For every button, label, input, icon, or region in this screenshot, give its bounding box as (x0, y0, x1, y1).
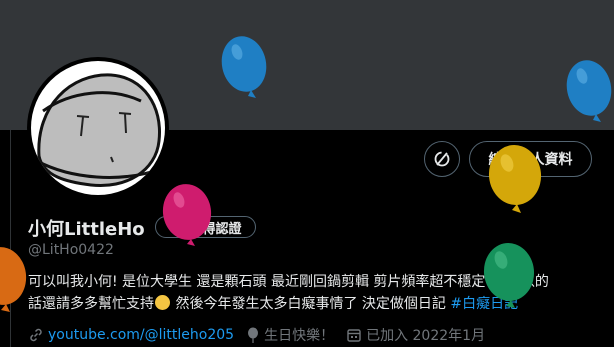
refresh-icon (434, 151, 450, 167)
joined-text: 已加入 2022年1月 (366, 328, 486, 344)
profile-name: 小何LittleHo (28, 219, 145, 240)
link-icon (30, 328, 42, 342)
balloon-blue-2-icon (566, 60, 612, 122)
balloon-green-icon (483, 243, 535, 308)
website-item[interactable]: youtube.com/@littleho205 (28, 327, 234, 343)
joined-item: 已加入 2022年1月 (346, 325, 485, 345)
pleading-face-emoji-icon (155, 295, 170, 310)
bio-text-1: 可以叫我小何! 是位大學生 還是顆石頭 最近剛回鍋剪輯 剪片頻率超不穩定 (28, 274, 486, 290)
calendar-icon (347, 329, 361, 342)
refresh-button[interactable] (424, 141, 460, 177)
avatar[interactable] (27, 57, 169, 199)
balloon-icon (248, 327, 259, 343)
bio-text-4: 然後今年發生太多白癡事情了 決定做個日記 (171, 296, 451, 312)
balloon-pink-icon (162, 184, 212, 246)
balloon-orange-icon (0, 247, 27, 312)
website-link[interactable]: youtube.com/@littleho205 (48, 327, 234, 343)
profile-page: 編輯個人資料 小何LittleHo 獲得認證 @LitHo0422 可以叫我小何… (0, 0, 614, 347)
birthday-item: 生日快樂！ (246, 325, 334, 345)
bio-text-3: 話還請多多幫忙支持 (28, 296, 154, 312)
birthday-text: 生日快樂！ (264, 328, 335, 344)
balloon-yellow-icon (488, 145, 542, 213)
profile-meta: youtube.com/@littleho205 生日快樂！ 已加入 2022年… (28, 325, 497, 345)
balloon-blue-1-icon (221, 36, 267, 98)
profile-handle: @LitHo0422 (28, 242, 114, 258)
